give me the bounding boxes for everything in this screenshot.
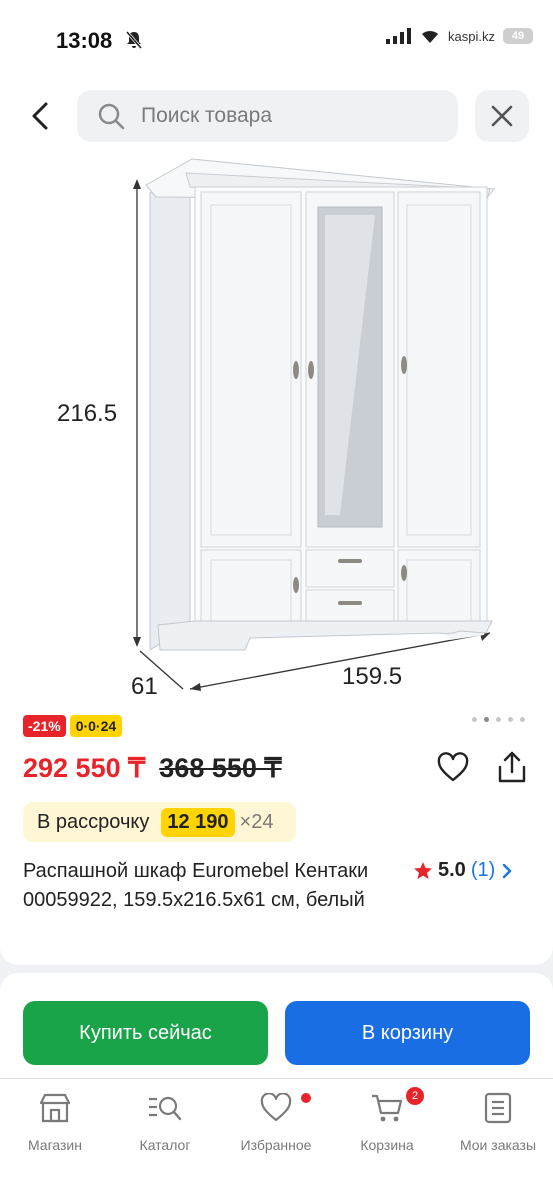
status-site: kaspi.kz [448,28,495,44]
cart-badge: 2 [406,1087,424,1105]
installment-chip[interactable]: В рассрочку 12 190 ×24 [23,802,296,842]
status-bar: 13:08 kaspi.kz 49 [0,0,553,80]
rating-count[interactable]: (1) [471,859,495,882]
top-bar [0,80,553,155]
bottom-tab-bar: Магазин Каталог Избранное 2 Корзина Мои … [0,1078,553,1201]
tab-orders[interactable]: Мои заказы [443,1089,553,1153]
search-bar[interactable] [77,90,458,142]
chevron-right-icon [503,863,512,878]
tab-label: Мои заказы [459,1137,537,1153]
discount-badge: -21% [23,715,66,737]
search-input[interactable] [139,103,423,129]
tab-cart[interactable]: 2 Корзина [332,1087,442,1153]
wardrobe-image [133,158,495,691]
price-current: 292 550 ₸ [23,753,146,783]
product-image-gallery[interactable]: 216.5 159.5 61 [0,155,553,705]
dimension-width-label: 159.5 [342,663,403,690]
action-bar: Купить сейчас В корзину [0,973,553,1078]
tab-label: Избранное [240,1137,312,1153]
buy-now-button[interactable]: Купить сейчас [23,1001,268,1065]
tab-label: Корзина [360,1137,414,1153]
battery-icon: 49 [503,28,533,44]
muted-bell-icon [125,31,143,49]
price-old: 368 550 ₸ [159,753,282,783]
price-block: 292 550 ₸ 368 550 ₸ [23,753,282,784]
close-icon [491,105,513,127]
gallery-dot [496,717,501,722]
installment-amount: 12 190 [161,807,235,837]
tab-shop[interactable]: Магазин [0,1089,110,1153]
tab-catalog[interactable]: Каталог [110,1089,220,1153]
gallery-dot [520,717,525,722]
gallery-dot [472,717,477,722]
heart-icon [260,1093,292,1122]
wifi-icon [422,30,439,43]
gallery-dot-active [484,717,489,722]
installment-label: В рассрочку [37,810,150,833]
heart-icon[interactable] [437,752,469,784]
shop-icon [39,1093,71,1123]
tab-favorites[interactable]: Избранное [221,1089,331,1153]
installment-multiplier: ×24 [239,810,274,833]
rating-value: 5.0 [438,859,466,881]
gallery-dot [508,717,513,722]
catalog-search-icon [149,1096,182,1121]
star-icon [414,861,432,879]
dimension-height-label: 216.5 [57,400,118,427]
signal-icon [386,28,412,44]
status-right: kaspi.kz 49 [386,28,533,44]
tab-label: Магазин [27,1137,82,1153]
product-title: Распашной шкаф Euromebel Кентаки 0005992… [23,860,369,911]
orders-icon [484,1092,512,1124]
add-to-cart-button[interactable]: В корзину [285,1001,530,1065]
rating[interactable]: 5.0 (1) [413,859,514,882]
dimension-depth-label: 61 [131,673,158,700]
cart-icon [372,1094,403,1122]
favorites-dot [301,1093,311,1103]
status-time: 13:08 [56,28,113,53]
installment-plan-badge: 0·0·24 [69,715,123,737]
close-search-button[interactable] [475,90,529,142]
search-icon [98,103,125,130]
back-arrow-icon[interactable] [26,100,56,132]
product-card: 216.5 159.5 61 -21% 0·0·24 292 550 ₸ 368… [0,155,553,965]
tab-label: Каталог [139,1137,191,1153]
badges: -21% 0·0·24 [23,715,123,737]
gallery-pagination [472,717,525,722]
share-icon[interactable] [496,750,528,784]
